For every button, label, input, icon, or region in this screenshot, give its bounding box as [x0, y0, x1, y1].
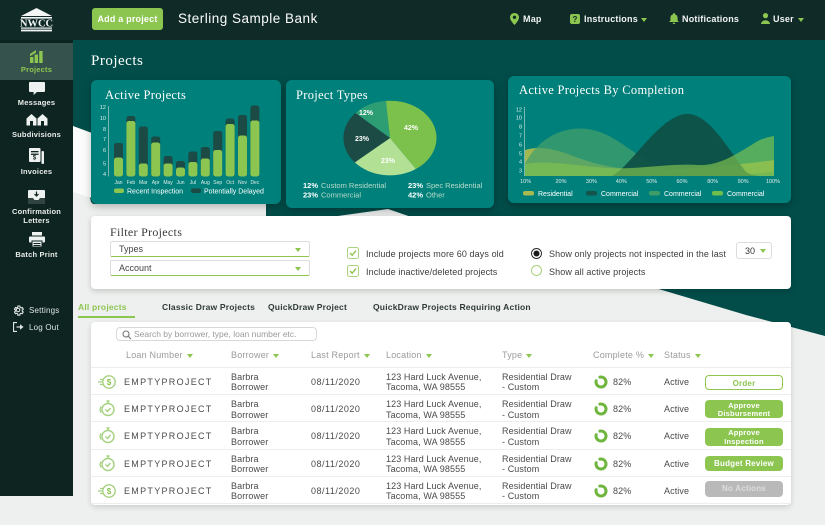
svg-text:Commercial: Commercial [664, 191, 702, 198]
svg-text:23%: 23% [408, 181, 423, 190]
svg-text:Aug: Aug [201, 180, 210, 186]
svg-text:8: 8 [103, 127, 106, 133]
svg-text:Mar: Mar [139, 180, 148, 186]
svg-text:12%: 12% [359, 110, 374, 117]
svg-text:Commercial: Commercial [321, 191, 361, 200]
svg-text:Spec Residential: Spec Residential [426, 181, 483, 190]
svg-text:4: 4 [519, 160, 522, 166]
svg-text:Other: Other [426, 191, 445, 200]
svg-text:10%: 10% [520, 179, 531, 185]
svg-text:100%: 100% [766, 179, 780, 185]
svg-text:6: 6 [519, 143, 522, 149]
svg-text:80%: 80% [707, 179, 718, 185]
svg-text:Jan: Jan [114, 180, 122, 186]
svg-text:6: 6 [103, 148, 106, 154]
svg-text:7: 7 [103, 137, 106, 143]
svg-text:Potentially Delayed: Potentially Delayed [204, 189, 264, 196]
svg-text:50%: 50% [646, 179, 657, 185]
svg-text:Recent Inspection: Recent Inspection [127, 189, 183, 196]
svg-text:12: 12 [100, 105, 106, 111]
svg-text:Custom Residential: Custom Residential [321, 181, 386, 190]
svg-text:Apr: Apr [152, 180, 160, 186]
svg-text:Commercial: Commercial [601, 191, 639, 198]
svg-text:5: 5 [103, 162, 106, 168]
svg-text:30%: 30% [586, 179, 597, 185]
svg-text:8: 8 [519, 125, 522, 131]
svg-text:7: 7 [519, 134, 522, 140]
svg-text:3: 3 [519, 169, 522, 175]
svg-text:$: $ [107, 378, 112, 387]
svg-text:Commercial: Commercial [727, 191, 765, 198]
svg-text:$: $ [33, 156, 37, 162]
svg-text:Residential: Residential [538, 191, 573, 198]
svg-text:23%: 23% [355, 136, 370, 143]
svg-text:42%: 42% [408, 191, 423, 200]
svg-text:May: May [163, 180, 173, 186]
svg-text:10: 10 [100, 116, 106, 122]
svg-text:5: 5 [519, 152, 522, 158]
svg-text:Dec: Dec [250, 180, 259, 186]
svg-text:Feb: Feb [127, 180, 136, 186]
svg-text:Jul: Jul [190, 180, 196, 186]
svg-text:12: 12 [516, 108, 522, 114]
svg-text:12%: 12% [303, 181, 318, 190]
svg-text:10: 10 [516, 116, 522, 122]
svg-text:Oct: Oct [226, 180, 234, 186]
svg-text:60%: 60% [676, 179, 687, 185]
svg-text:20%: 20% [555, 179, 566, 185]
svg-text:4: 4 [103, 172, 106, 178]
svg-text:90%: 90% [738, 179, 749, 185]
svg-text:?: ? [572, 15, 577, 24]
svg-text:Nov: Nov [238, 180, 247, 186]
svg-text:23%: 23% [303, 191, 318, 200]
svg-text:Jun: Jun [176, 180, 184, 186]
svg-text:23%: 23% [381, 158, 396, 165]
svg-text:42%: 42% [404, 125, 419, 132]
svg-text:Sep: Sep [213, 180, 222, 186]
svg-text:$: $ [107, 487, 112, 496]
svg-text:40%: 40% [616, 179, 627, 185]
